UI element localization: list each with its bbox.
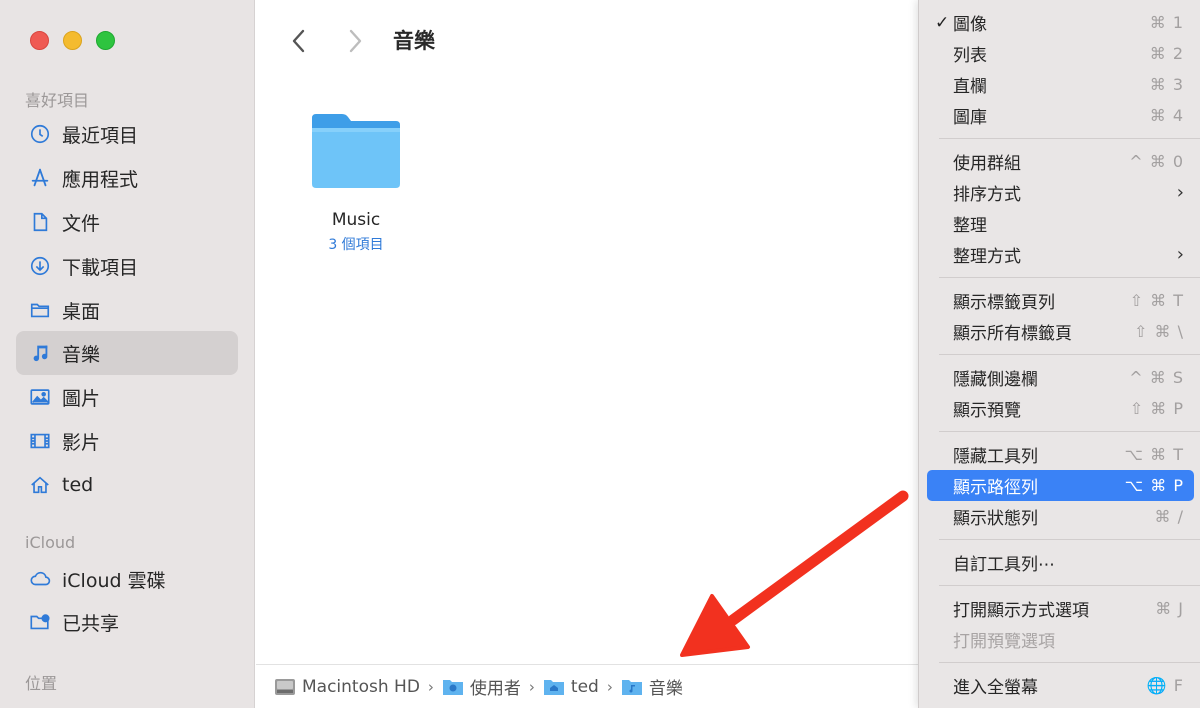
menu-item-gallery[interactable]: 圖庫 ⌘ 4 <box>927 100 1194 131</box>
menu-item-customize-toolbar[interactable]: 自訂工具列⋯ <box>927 547 1194 578</box>
sidebar-item-movies[interactable]: 影片 <box>16 419 238 463</box>
menu-separator <box>939 585 1200 586</box>
menu-item-sort-by[interactable]: 排序方式 › <box>927 177 1194 208</box>
sidebar-item-applications[interactable]: 應用程式 <box>16 156 238 200</box>
sidebar-item-label: 應用程式 <box>62 168 139 191</box>
folder-icon <box>28 298 52 322</box>
sidebar-item-label: 圖片 <box>62 387 101 410</box>
folder-item-count: 3 個項目 <box>328 237 384 253</box>
menu-item-hide-toolbar[interactable]: 隱藏工具列 ⌥ ⌘ T <box>927 439 1194 470</box>
path-crumb-label: ted <box>570 676 599 697</box>
sidebar-item-label: 影片 <box>62 431 101 454</box>
checkmark-icon: ✓ <box>935 12 950 33</box>
sidebar-item-label: 已共享 <box>62 612 120 635</box>
path-crumb-macintosh-hd[interactable]: Macintosh HD <box>274 677 420 697</box>
menu-separator <box>939 277 1200 278</box>
menu-item-show-view-options[interactable]: 打開顯示方式選項 ⌘ J <box>927 593 1194 624</box>
sidebar-item-icloud-drive[interactable]: iCloud 雲碟 <box>16 557 238 601</box>
menu-item-enter-full-screen[interactable]: 進入全螢幕 🌐 F <box>927 670 1194 701</box>
photo-icon <box>28 385 52 409</box>
folder-item[interactable]: Music 3 個項目 <box>300 108 412 254</box>
document-icon <box>28 210 52 234</box>
users-folder-icon <box>442 679 463 695</box>
menu-separator <box>939 431 1200 432</box>
chevron-right-icon <box>349 29 362 53</box>
menu-item-show-preview-options: 打開預覽選項 <box>953 632 1055 652</box>
menu-separator <box>939 539 1200 540</box>
sidebar-item-label: 下載項目 <box>62 256 139 279</box>
chevron-left-icon <box>292 29 305 53</box>
music-folder-icon <box>621 679 642 695</box>
sidebar-item-music[interactable]: 音樂 <box>16 331 238 375</box>
menu-item-columns[interactable]: 直欄 ⌘ 3 <box>927 69 1194 100</box>
path-crumb-label: 使用者 <box>469 679 521 699</box>
sidebar-item-label: 音樂 <box>62 343 101 366</box>
sidebar-item-downloads[interactable]: 下載項目 <box>16 244 238 288</box>
menu-item-hide-sidebar[interactable]: 隱藏側邊欄 ^ ⌘ S <box>927 362 1194 393</box>
path-crumb-music[interactable]: 音樂 <box>621 674 683 699</box>
menu-item-show-tab-bar[interactable]: 顯示標籤頁列 ⇧ ⌘ T <box>927 285 1194 316</box>
sidebar-item-label: 文件 <box>62 212 101 235</box>
sidebar-item-shared[interactable]: 已共享 <box>16 600 238 644</box>
minimize-button[interactable] <box>63 31 82 50</box>
sidebar-item-home[interactable]: ted <box>16 463 238 507</box>
close-button[interactable] <box>30 31 49 50</box>
sidebar-item-documents[interactable]: 文件 <box>16 200 238 244</box>
submenu-chevron-icon: › <box>1176 182 1184 203</box>
path-separator: › <box>606 677 613 696</box>
menu-item-show-preview[interactable]: 顯示預覽 ⇧ ⌘ P <box>927 393 1194 424</box>
menu-item-use-groups[interactable]: 使用群組 ^ ⌘ 0 <box>927 146 1194 177</box>
download-icon <box>28 254 52 278</box>
submenu-chevron-icon: › <box>1176 244 1184 265</box>
menu-item-show-path-bar[interactable]: 顯示路徑列 ⌥ ⌘ P <box>927 470 1194 501</box>
back-button[interactable] <box>284 26 314 56</box>
menu-item-clean-up[interactable]: 整理 <box>927 208 1194 239</box>
path-bar: Macintosh HD › 使用者 › ted › 音樂 <box>256 664 918 708</box>
window-controls <box>30 31 115 50</box>
shared-folder-icon <box>28 610 52 634</box>
home-folder-icon <box>543 679 564 695</box>
folder-icon <box>312 114 400 188</box>
menu-item-list[interactable]: 列表 ⌘ 2 <box>927 38 1194 69</box>
menu-separator <box>939 354 1200 355</box>
zoom-button[interactable] <box>96 31 115 50</box>
folder-name: Music <box>331 210 381 230</box>
path-crumb-home[interactable]: ted <box>543 677 599 697</box>
icloud-section-title: iCloud <box>25 533 76 552</box>
locations-section-title: 位置 <box>25 674 58 693</box>
sidebar: 喜好項目 最近項目 應用程式 文件 下載項目 桌面 音樂 圖片 影片 ted i… <box>0 0 255 708</box>
sidebar-item-desktop[interactable]: 桌面 <box>16 288 238 332</box>
clock-icon <box>28 122 52 146</box>
film-icon <box>28 429 52 453</box>
sidebar-item-label: 最近項目 <box>62 124 139 147</box>
forward-button[interactable] <box>340 26 370 56</box>
sidebar-item-recents[interactable]: 最近項目 <box>16 112 238 156</box>
sidebar-item-label: 桌面 <box>62 300 101 323</box>
path-crumb-label: Macintosh HD <box>302 676 420 697</box>
path-separator: › <box>427 677 434 696</box>
menu-item-show-all-tabs[interactable]: 顯示所有標籤頁 ⇧ ⌘ \ <box>927 316 1194 347</box>
main-content: 音樂 Music 3 個項目 Macintosh HD › 使用者 › ted … <box>256 0 918 708</box>
sidebar-item-label: iCloud 雲碟 <box>62 569 166 592</box>
view-menu: ✓ 圖像 ⌘ 1 列表 ⌘ 2 直欄 ⌘ 3 圖庫 ⌘ 4 使用群組 ^ ⌘ 0… <box>918 0 1200 708</box>
favorites-section-title: 喜好項目 <box>25 91 90 110</box>
window-title: 音樂 <box>393 29 435 53</box>
cloud-icon <box>28 567 52 591</box>
home-icon <box>28 473 52 497</box>
sidebar-item-pictures[interactable]: 圖片 <box>16 375 238 419</box>
menu-item-icons[interactable]: ✓ 圖像 ⌘ 1 <box>927 7 1194 38</box>
menu-item-show-status-bar[interactable]: 顯示狀態列 ⌘ / <box>927 501 1194 532</box>
sidebar-item-label: ted <box>62 474 94 496</box>
path-crumb-users[interactable]: 使用者 <box>442 674 521 699</box>
music-note-icon <box>28 341 52 365</box>
app-store-icon <box>28 166 52 190</box>
path-crumb-label: 音樂 <box>648 679 683 699</box>
hard-drive-icon <box>275 678 295 695</box>
path-separator: › <box>528 677 535 696</box>
menu-separator <box>939 138 1200 139</box>
menu-item-clean-up-by[interactable]: 整理方式 › <box>927 239 1194 270</box>
menu-separator <box>939 662 1200 663</box>
